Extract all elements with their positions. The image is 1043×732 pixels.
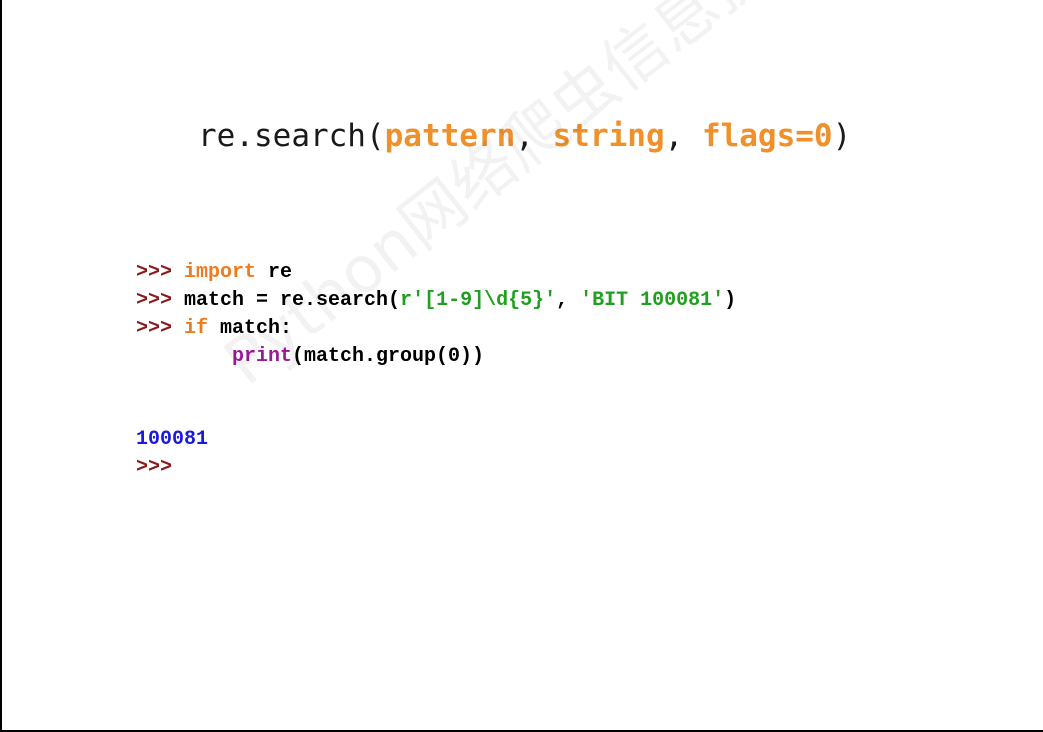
code-text: , bbox=[556, 289, 581, 312]
output-value: 100081 bbox=[136, 428, 209, 451]
keyword-import: import bbox=[184, 261, 257, 284]
code-text: (match.group(0)) bbox=[292, 345, 485, 368]
prompt: >>> bbox=[136, 317, 173, 340]
string-pattern: r'[1-9]\d{5}' bbox=[400, 289, 557, 312]
prompt: >>> bbox=[136, 289, 173, 312]
param-pattern: pattern bbox=[384, 118, 516, 154]
signature-func: re.search( bbox=[198, 118, 385, 154]
param-flags: flags=0 bbox=[701, 118, 833, 154]
code-line-1: >>> import re bbox=[136, 259, 292, 287]
code-line-4: print(match.group(0)) bbox=[136, 343, 484, 371]
string-input: 'BIT 100081' bbox=[580, 289, 725, 312]
code-line-3: >>> if match: bbox=[136, 315, 292, 343]
code-line-2: >>> match = re.search(r'[1-9]\d{5}', 'BI… bbox=[136, 287, 736, 315]
builtin-print: print bbox=[232, 345, 293, 368]
signature-sep-2: , bbox=[664, 118, 702, 154]
code-text: match: bbox=[208, 317, 293, 340]
slide: re.search(pattern, string, flags=0) >>> … bbox=[0, 0, 1043, 732]
prompt: >>> bbox=[136, 261, 173, 284]
output-prompt: >>> bbox=[136, 456, 173, 479]
code-text: match = re.search( bbox=[172, 289, 401, 312]
keyword-if: if bbox=[184, 317, 209, 340]
code-text: re bbox=[256, 261, 293, 284]
signature-close: ) bbox=[832, 118, 852, 154]
signature-sep-1: , bbox=[515, 118, 553, 154]
param-string: string bbox=[552, 118, 665, 154]
code-text: ) bbox=[724, 289, 737, 312]
function-signature: re.search(pattern, string, flags=0) bbox=[198, 118, 851, 154]
